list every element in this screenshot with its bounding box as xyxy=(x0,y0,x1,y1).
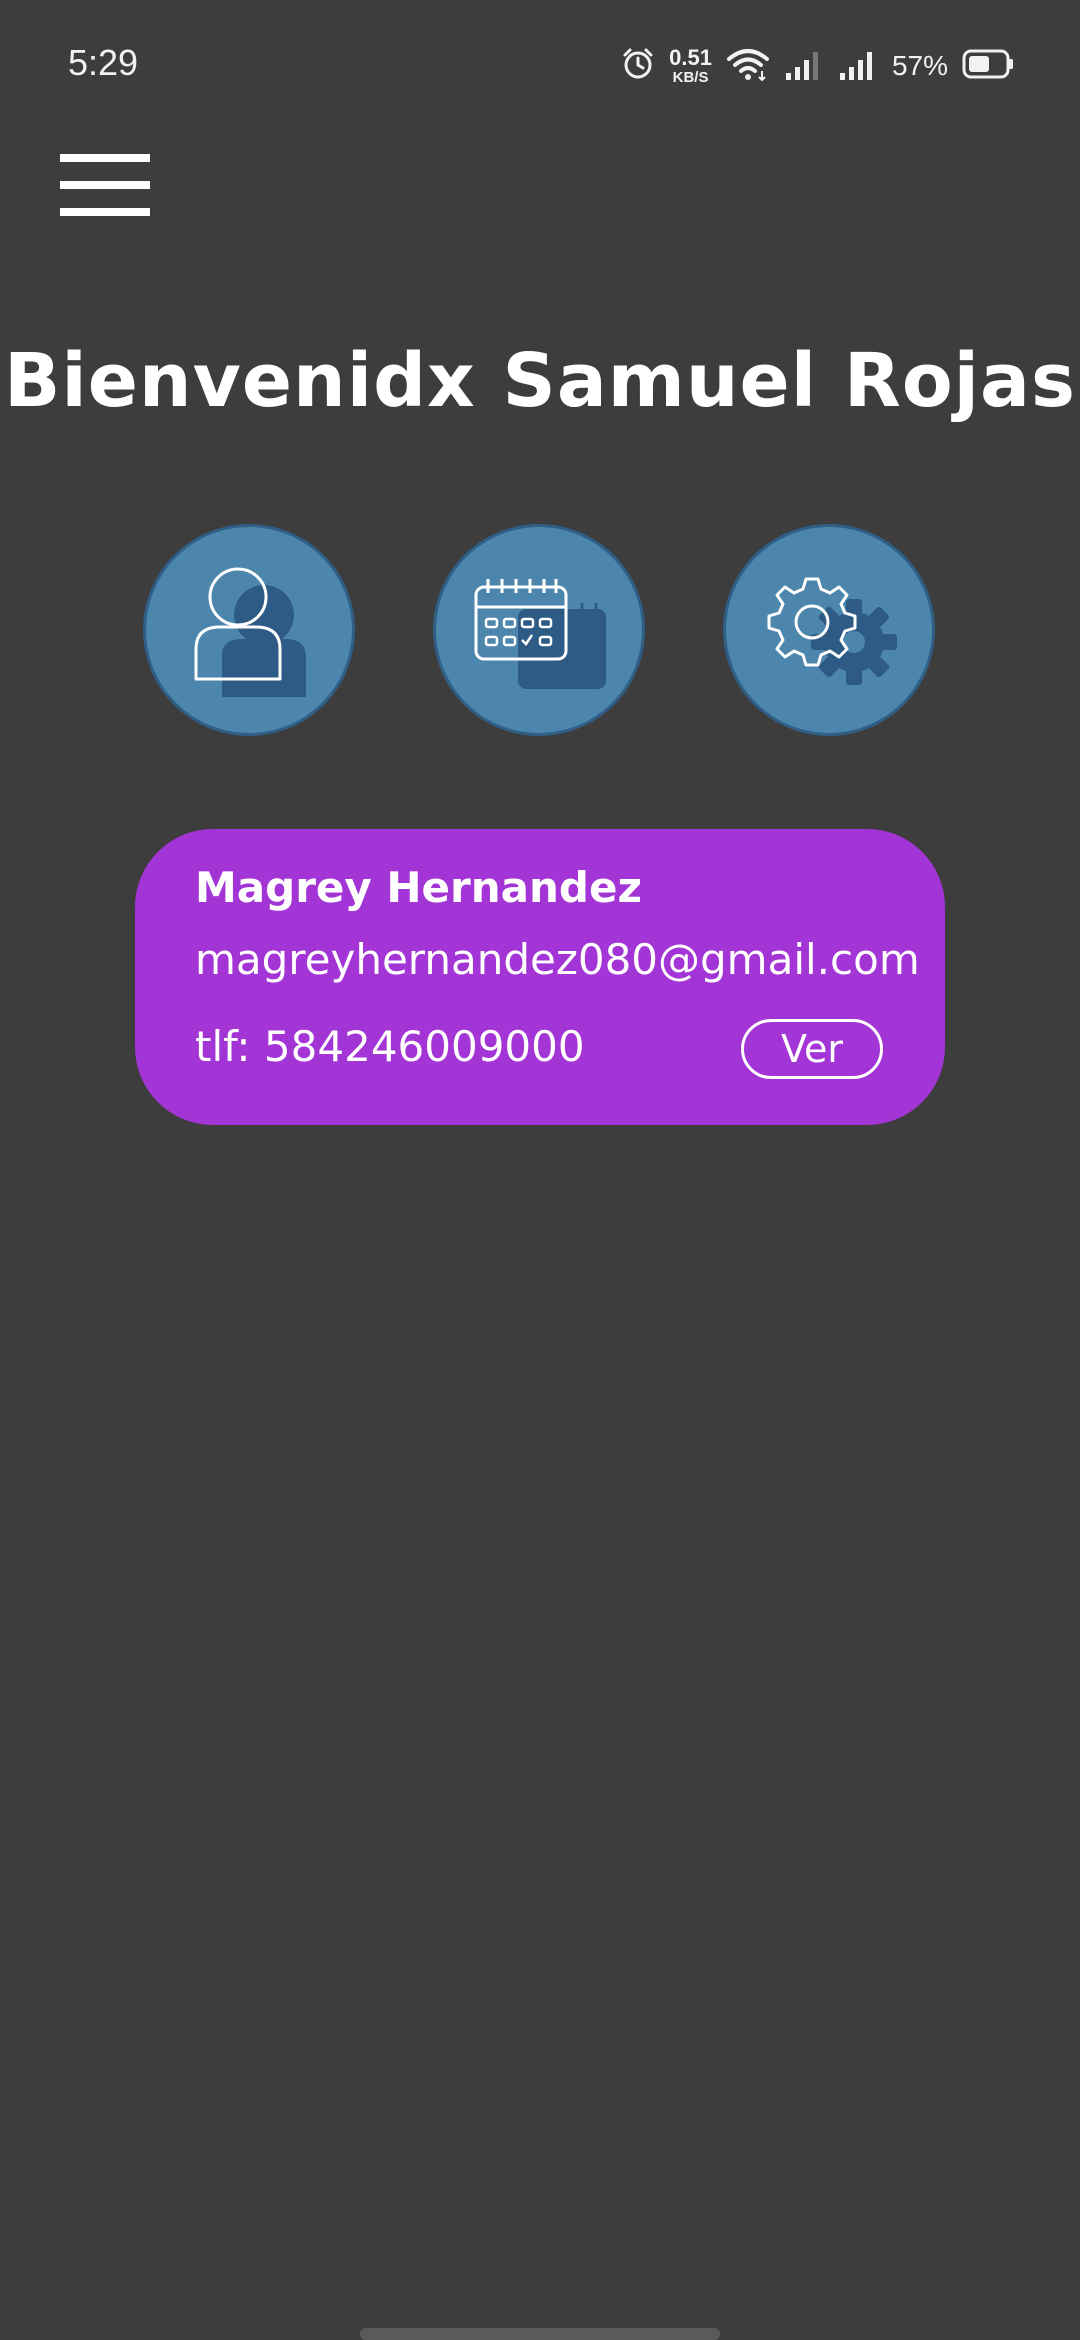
view-contact-button[interactable]: Ver xyxy=(741,1019,883,1079)
battery-icon xyxy=(962,49,1014,83)
calendar-button[interactable] xyxy=(433,524,645,736)
alarm-icon xyxy=(621,47,655,85)
battery-percent: 57% xyxy=(891,50,948,81)
network-speed-unit: KB/S xyxy=(672,69,709,86)
contact-name: Magrey Hernandez xyxy=(195,863,642,912)
contact-card: Magrey Hernandez magreyhernandez080@gmai… xyxy=(135,829,945,1125)
home-indicator[interactable] xyxy=(360,2328,720,2340)
signal-icon xyxy=(784,47,824,85)
user-profile-icon xyxy=(194,567,306,697)
profile-button[interactable] xyxy=(143,524,355,736)
status-time: 5:29 xyxy=(68,42,139,83)
menu-bar xyxy=(60,208,150,216)
settings-gear-icon xyxy=(767,577,897,685)
contact-email: magreyhernandez080@gmail.com xyxy=(195,935,920,984)
hamburger-menu-icon[interactable] xyxy=(60,154,150,216)
menu-bar xyxy=(60,181,150,189)
menu-bar xyxy=(60,154,150,162)
wifi-icon xyxy=(726,47,770,85)
network-speed-value: 0.51 xyxy=(669,45,712,70)
welcome-title: Bienvenidx Samuel Rojas xyxy=(3,338,1077,424)
app-screen: 5:29 0.51 KB/S 57% Bienvenidx Samuel Roj… xyxy=(0,0,1080,2340)
status-bar: 5:29 0.51 KB/S 57% xyxy=(0,0,1080,130)
signal-icon xyxy=(838,47,878,85)
settings-button[interactable] xyxy=(723,524,935,736)
calendar-icon xyxy=(474,579,606,689)
network-speed: 0.51 KB/S xyxy=(669,45,712,86)
contact-phone: tlf: 584246009000 xyxy=(195,1022,585,1071)
status-icons: 0.51 KB/S 57% xyxy=(621,44,1014,88)
